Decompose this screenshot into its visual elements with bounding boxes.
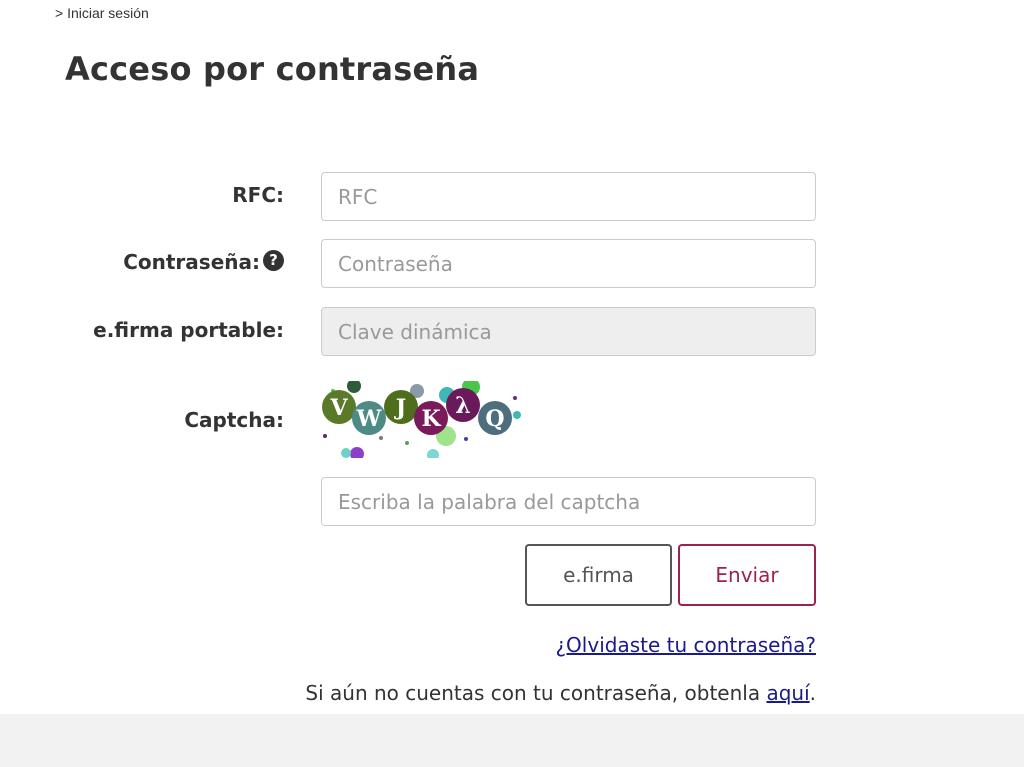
captcha-input[interactable]	[321, 477, 816, 526]
login-page: > Iniciar sesión Acceso por contraseña R…	[0, 0, 1024, 767]
signup-text: Si aún no cuentas con tu contraseña, obt…	[305, 681, 816, 705]
submit-button[interactable]: Enviar	[678, 544, 816, 606]
breadcrumb[interactable]: > Iniciar sesión	[55, 5, 149, 21]
captcha-image: V W J K λ Q	[322, 381, 521, 458]
password-label: Contraseña:	[123, 250, 260, 274]
question-circle-icon[interactable]: ?	[263, 249, 284, 271]
captcha-letter: λ	[455, 393, 470, 419]
footer-bar	[0, 714, 1024, 767]
signup-text-prefix: Si aún no cuentas con tu contraseña, obt…	[305, 681, 767, 705]
captcha-letter: K	[421, 406, 441, 432]
signup-link[interactable]: aquí	[766, 681, 809, 705]
captcha-letter: V	[329, 395, 348, 421]
rfc-input[interactable]	[321, 172, 816, 221]
captcha-label: Captcha:	[184, 408, 284, 432]
captcha-letter: W	[356, 406, 382, 432]
rfc-label: RFC:	[232, 183, 284, 207]
efirma-button[interactable]: e.firma	[525, 544, 672, 606]
password-input[interactable]	[321, 239, 816, 288]
forgot-password-link[interactable]: ¿Olvidaste tu contraseña?	[555, 633, 816, 657]
page-title: Acceso por contraseña	[65, 50, 480, 88]
dynamic-key-input	[321, 307, 816, 356]
captcha-letter: Q	[485, 406, 504, 432]
signup-text-suffix: .	[809, 681, 816, 705]
password-label-group: Contraseña: ?	[123, 249, 284, 274]
efirma-portable-label: e.firma portable:	[93, 318, 284, 342]
captcha-letter: J	[394, 395, 406, 421]
